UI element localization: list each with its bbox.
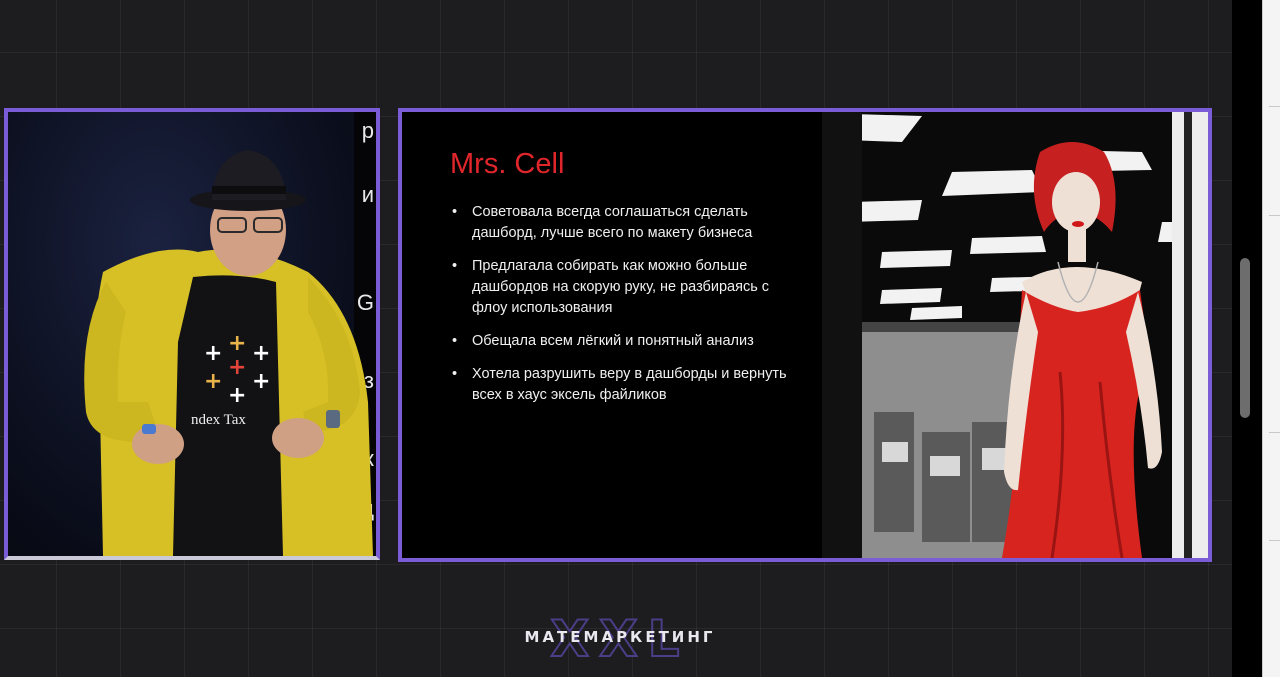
svg-text:+: + — [228, 383, 246, 408]
bullet-dot-icon: • — [452, 366, 458, 382]
bullet-item: • Хотела разрушить веру в дашборды и верн… — [450, 364, 790, 406]
speaker-video: р и G з ж д + + + + + + + ndex Tax — [4, 108, 380, 560]
event-logo: XXL МАТЕМАРКЕТИНГ — [480, 612, 760, 668]
bullet-dot-icon: • — [452, 204, 458, 220]
presentation-slide: Mrs. Cell • Советовала всегда соглашаться… — [398, 108, 1212, 562]
svg-text:+: + — [204, 369, 222, 394]
bullet-text: Хотела разрушить веру в дашборды и верну… — [472, 366, 787, 403]
svg-text:+: + — [228, 331, 246, 356]
bullet-text: Предлагала собирать как можно больше даш… — [472, 258, 770, 316]
bullet-item: • Советовала всегда соглашаться сделать д… — [450, 202, 790, 244]
divider — [1269, 432, 1280, 433]
side-panel — [1262, 0, 1280, 677]
svg-text:+: + — [204, 341, 222, 366]
divider — [1269, 106, 1280, 107]
divider — [1269, 540, 1280, 541]
bullet-dot-icon: • — [452, 258, 458, 274]
speaker-figure: + + + + + + + ndex Tax — [84, 150, 374, 556]
mrs-cell-illustration — [822, 112, 1208, 558]
bullet-dot-icon: • — [452, 333, 458, 349]
shirt-text: ndex Tax — [191, 412, 246, 428]
bullet-item: • Предлагала собирать как можно больше да… — [450, 256, 790, 319]
svg-text:+: + — [252, 369, 270, 394]
svg-text:+: + — [228, 355, 246, 380]
logo-text: МАТЕМАРКЕТИНГ — [524, 628, 716, 646]
bullet-list: • Советовала всегда соглашаться сделать д… — [450, 202, 790, 418]
scrollbar-thumb[interactable] — [1240, 258, 1250, 418]
bullet-text: Обещала всем лёгкий и понятный анализ — [472, 333, 754, 349]
bullet-item: • Обещала всем лёгкий и понятный анализ — [450, 331, 790, 352]
slide-title: Mrs. Cell — [450, 148, 565, 180]
divider — [1269, 215, 1280, 216]
bullet-text: Советовала всегда соглашаться сделать да… — [472, 204, 753, 241]
svg-text:+: + — [252, 341, 270, 366]
